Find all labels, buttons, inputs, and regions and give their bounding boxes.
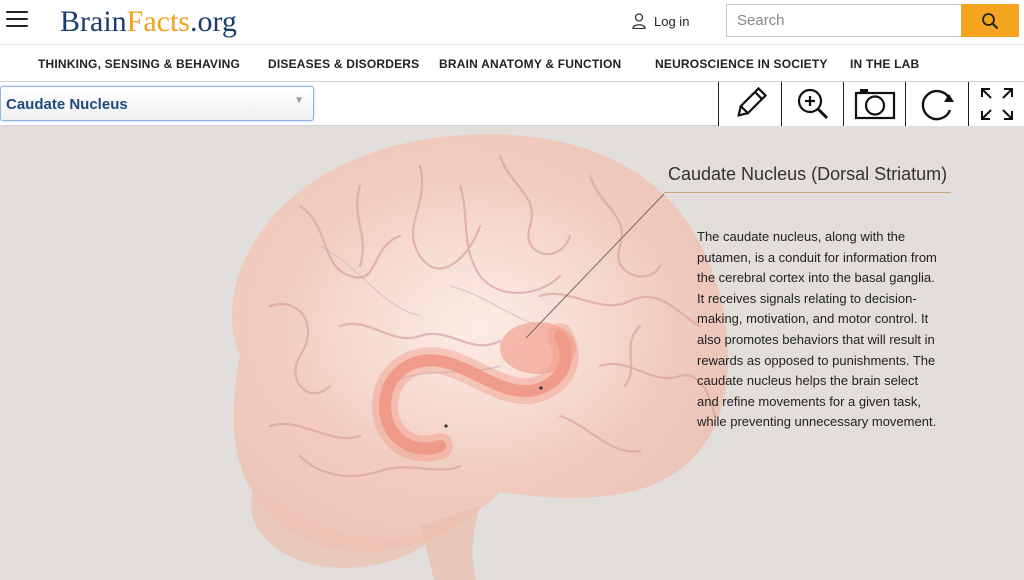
search-icon bbox=[982, 12, 999, 29]
nav-item-in-the-lab[interactable]: IN THE LAB bbox=[850, 57, 919, 71]
brain-viewer[interactable]: Caudate Nucleus (Dorsal Striatum) The ca… bbox=[0, 126, 1024, 580]
structure-select[interactable]: Caudate Nucleus ▼ bbox=[0, 86, 314, 121]
fullscreen-button[interactable] bbox=[968, 82, 1024, 126]
search-field[interactable] bbox=[726, 4, 962, 37]
fullscreen-icon bbox=[980, 88, 1013, 120]
search-input[interactable] bbox=[727, 5, 962, 36]
rotate-icon bbox=[921, 89, 954, 121]
structure-title: Caudate Nucleus (Dorsal Striatum) bbox=[668, 164, 948, 184]
site-logo[interactable]: BrainFacts.org bbox=[60, 2, 237, 42]
marker-dot bbox=[444, 424, 448, 428]
zoom-in-icon bbox=[797, 88, 829, 120]
main-nav: THINKING, SENSING & BEHAVING DISEASES & … bbox=[0, 44, 1024, 82]
structure-description: The caudate nucleus, along with the puta… bbox=[697, 229, 937, 430]
login-label: Log in bbox=[654, 13, 690, 29]
screenshot-button[interactable] bbox=[843, 82, 906, 126]
chevron-down-icon: ▼ bbox=[294, 95, 304, 106]
title-divider bbox=[664, 192, 951, 193]
camera-icon bbox=[854, 89, 896, 120]
nav-item-neuroscience-in-society[interactable]: NEUROSCIENCE IN SOCIETY bbox=[655, 57, 828, 71]
user-icon bbox=[632, 13, 646, 29]
zoom-in-button[interactable] bbox=[781, 82, 844, 126]
login-link[interactable]: Log in bbox=[632, 10, 689, 32]
search-button[interactable] bbox=[961, 4, 1019, 37]
rotate-button[interactable] bbox=[905, 82, 968, 126]
caudate-nucleus-head bbox=[500, 322, 576, 374]
viewer-toolbar: Caudate Nucleus ▼ bbox=[0, 82, 1024, 126]
marker-dot bbox=[539, 386, 543, 390]
nav-item-thinking-sensing-behaving[interactable]: THINKING, SENSING & BEHAVING bbox=[38, 57, 240, 71]
site-header: BrainFacts.org Log in bbox=[0, 0, 1024, 44]
hamburger-menu-icon[interactable] bbox=[6, 11, 28, 31]
draw-button[interactable] bbox=[718, 82, 781, 126]
structure-select-value: Caudate Nucleus bbox=[6, 96, 128, 113]
pencil-icon bbox=[737, 86, 768, 117]
nav-item-brain-anatomy-function[interactable]: BRAIN ANATOMY & FUNCTION bbox=[439, 57, 621, 71]
nav-item-diseases-disorders[interactable]: DISEASES & DISORDERS bbox=[268, 57, 419, 71]
